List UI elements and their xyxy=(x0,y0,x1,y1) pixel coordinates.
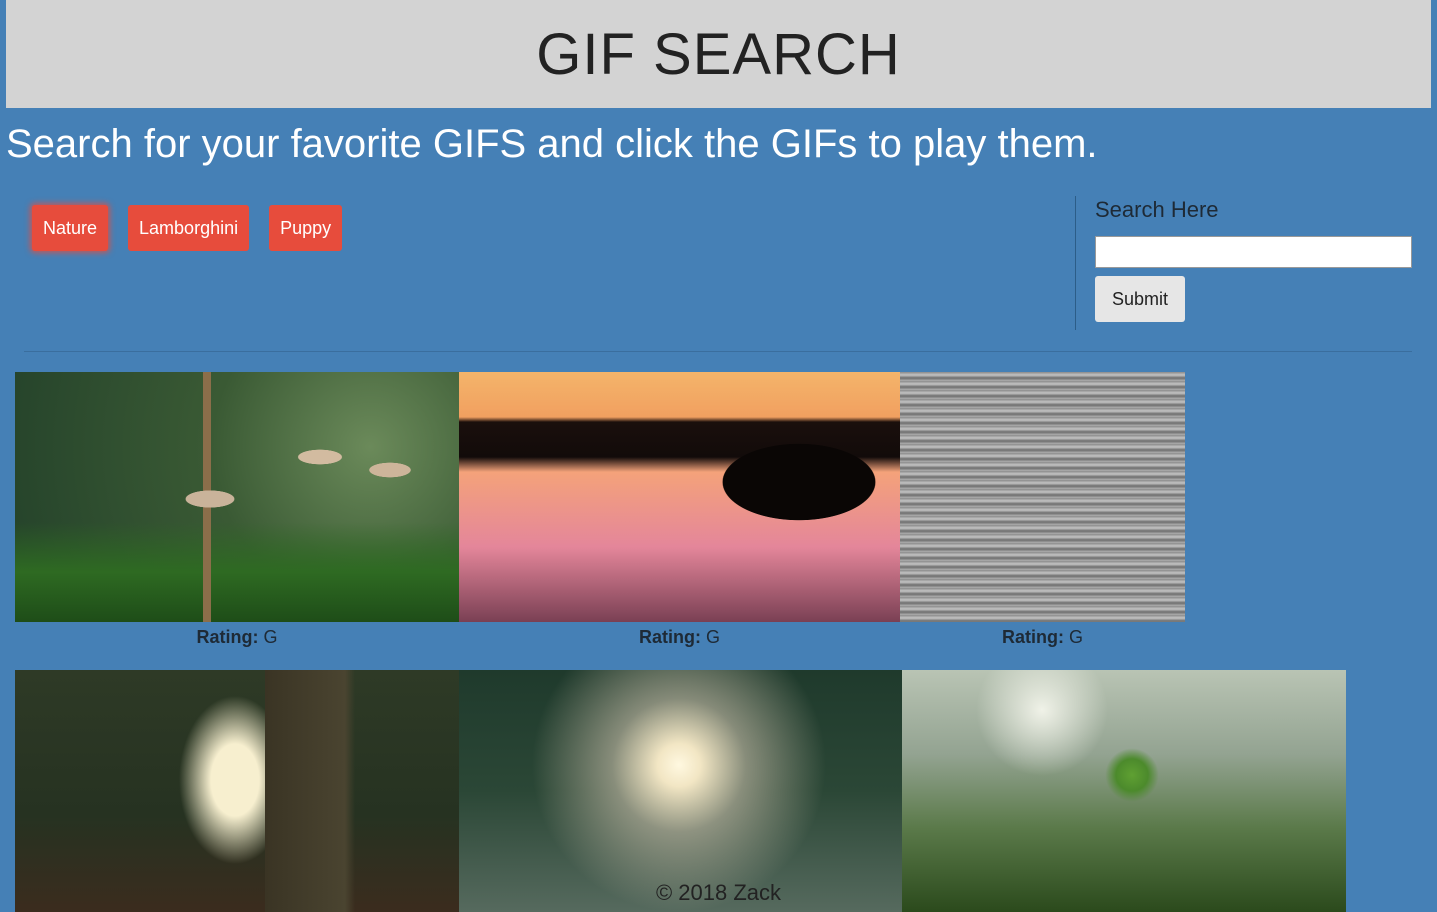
gif-card: Rating: G xyxy=(459,372,900,648)
gif-rating: Rating: G xyxy=(15,626,459,648)
gif-card: Rating: G xyxy=(15,372,459,648)
page-header: GIF SEARCH xyxy=(6,0,1431,108)
rating-value: G xyxy=(1069,627,1084,647)
gif-card xyxy=(15,670,459,912)
search-panel: Search Here Submit xyxy=(1095,196,1413,322)
rating-label: Rating: xyxy=(638,627,701,647)
footer-copyright: © 2018 Zack xyxy=(655,880,782,905)
topic-button-puppy[interactable]: Puppy xyxy=(269,205,343,251)
gif-image-water[interactable] xyxy=(900,372,1185,622)
gif-image-sprout[interactable] xyxy=(902,670,1346,912)
rating-value: G xyxy=(263,627,278,647)
rating-label: Rating: xyxy=(1001,627,1064,647)
gif-image-sun-rays[interactable] xyxy=(459,670,902,912)
vertical-divider xyxy=(1075,196,1076,330)
gif-card xyxy=(902,670,1346,912)
search-input[interactable] xyxy=(1095,236,1412,268)
topic-button-lamborghini[interactable]: Lamborghini xyxy=(128,205,250,251)
gif-image-forest[interactable] xyxy=(15,670,459,912)
rating-label: Rating: xyxy=(196,627,259,647)
gif-card: Rating: G xyxy=(900,372,1185,648)
gif-rating: Rating: G xyxy=(900,626,1185,648)
topic-buttons: Nature Lamborghini Puppy xyxy=(32,205,343,251)
horizontal-divider xyxy=(24,351,1412,352)
page-subtitle: Search for your favorite GIFS and click … xyxy=(6,122,1098,166)
submit-button[interactable]: Submit xyxy=(1095,276,1185,322)
search-label: Search Here xyxy=(1095,197,1219,222)
gif-image-mushrooms[interactable] xyxy=(15,372,459,622)
topic-button-nature[interactable]: Nature xyxy=(32,205,109,251)
gif-image-sunset[interactable] xyxy=(459,372,900,622)
gif-card xyxy=(459,670,902,912)
gif-rating: Rating: G xyxy=(459,626,900,648)
page-title: GIF SEARCH xyxy=(536,21,901,87)
rating-value: G xyxy=(706,627,721,647)
